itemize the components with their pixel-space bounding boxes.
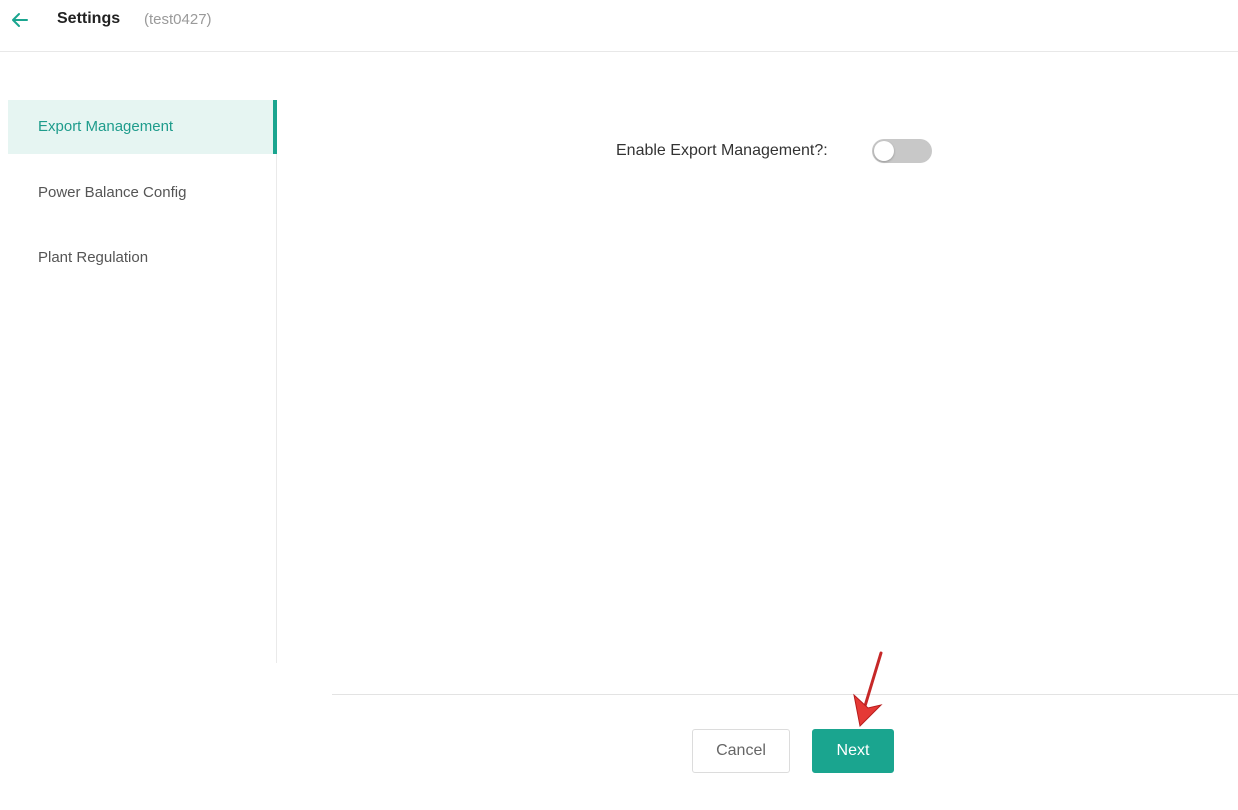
toggle-label: Enable Export Management?: [616, 142, 828, 159]
sidebar-item-plant-regulation[interactable]: Plant Regulation [8, 231, 277, 285]
sidebar-item-label: Power Balance Config [38, 184, 187, 201]
arrow-left-icon[interactable] [10, 10, 30, 30]
footer-divider [332, 694, 1238, 695]
annotation-arrow-icon [853, 651, 883, 728]
export-management-toggle-row: Enable Export Management?: [0, 137, 1238, 165]
page-subtitle: (test0427) [144, 11, 212, 28]
sidebar-item-label: Export Management [38, 118, 174, 135]
page-title: Settings [57, 10, 121, 27]
next-button[interactable]: Next [812, 729, 894, 773]
sidebar-item-power-balance-config[interactable]: Power Balance Config [8, 166, 277, 220]
export-management-toggle[interactable] [872, 139, 932, 163]
settings-sidebar: Export Management Power Balance Config P… [0, 100, 277, 663]
toggle-knob [874, 141, 894, 161]
sidebar-item-label: Plant Regulation [38, 249, 149, 266]
cancel-button[interactable]: Cancel [692, 729, 790, 773]
page-header: Settings (test0427) [0, 0, 1238, 52]
